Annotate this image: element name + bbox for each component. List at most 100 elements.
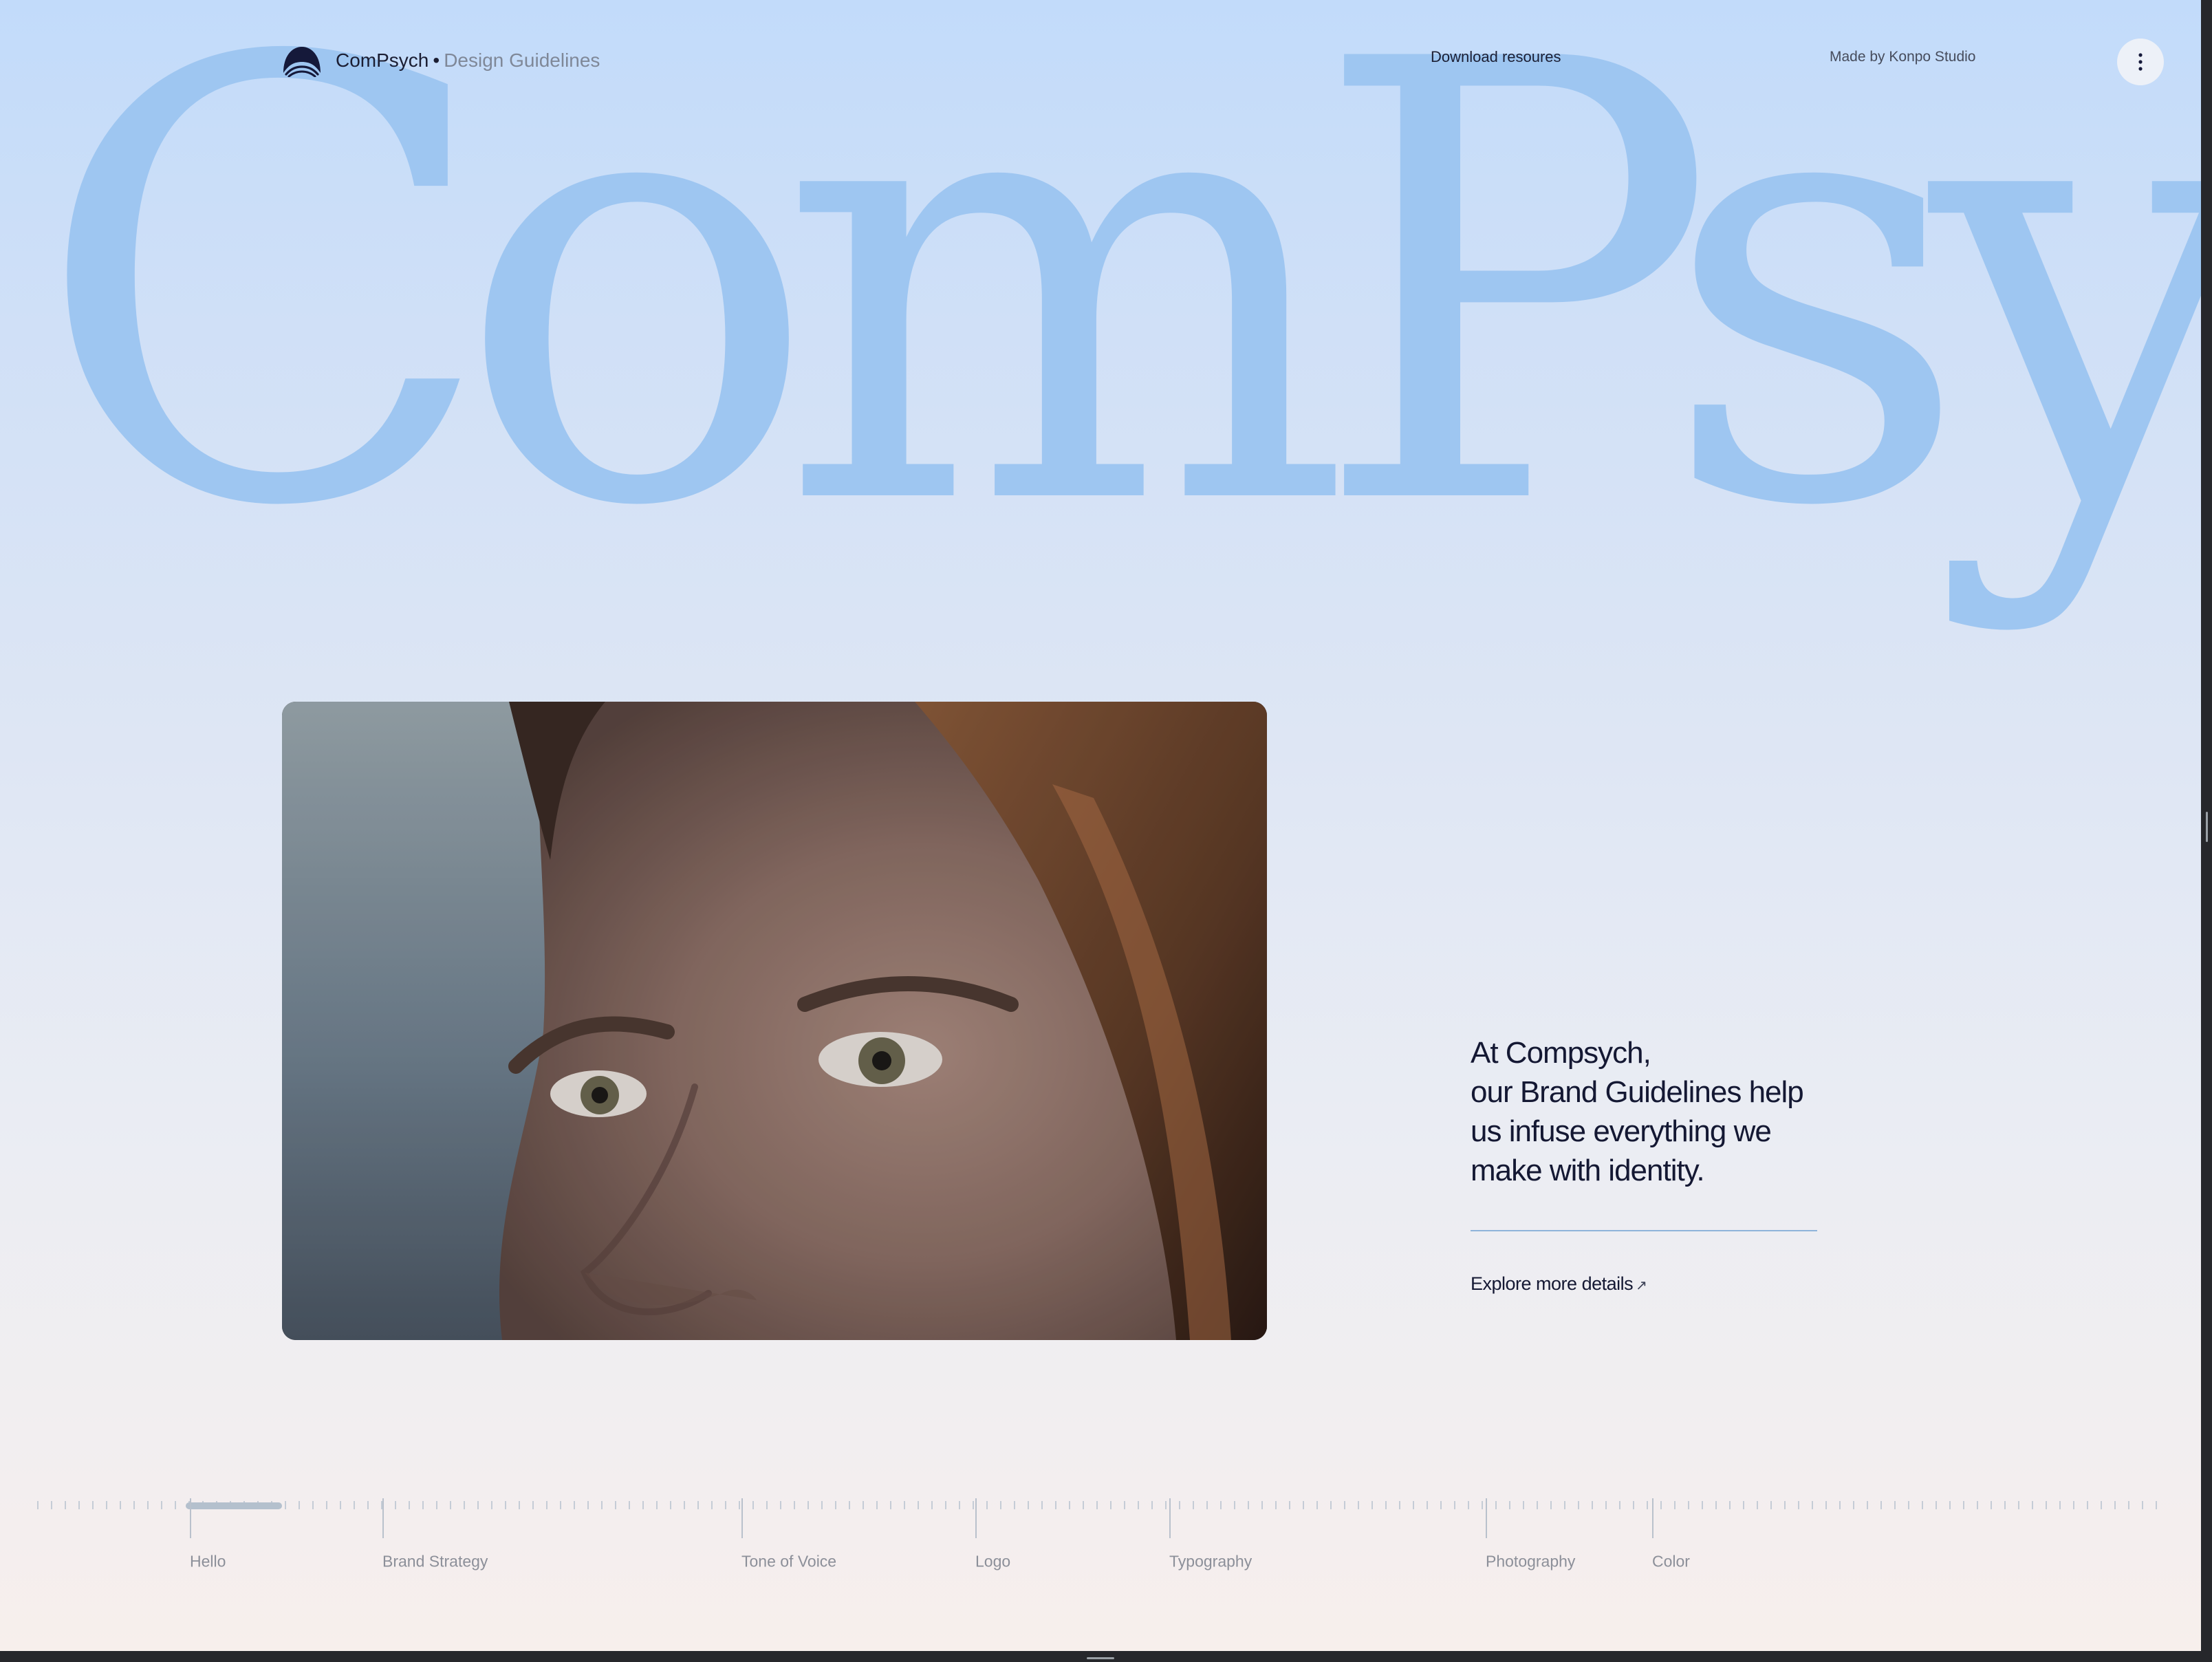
- timeline-tick: [2142, 1501, 2143, 1509]
- timeline-label: Color: [1652, 1552, 1690, 1571]
- timeline-tick: [890, 1501, 891, 1509]
- timeline-tick: [1537, 1501, 1538, 1509]
- timeline-tick: [395, 1501, 396, 1509]
- timeline-tick: [1014, 1501, 1015, 1509]
- timeline-tick: [2018, 1501, 2019, 1509]
- timeline-tick: [1922, 1501, 1923, 1509]
- timeline-tick: [1867, 1501, 1868, 1509]
- window-scrollbar[interactable]: [2201, 0, 2212, 1662]
- timeline-tick: [1743, 1501, 1744, 1509]
- timeline-tick: [684, 1501, 685, 1509]
- window-bottom-edge: [0, 1651, 2212, 1662]
- timeline-tick: [1977, 1501, 1978, 1509]
- timeline-tick: [1234, 1501, 1235, 1509]
- timeline-tick: [1138, 1501, 1139, 1509]
- timeline-tick: [133, 1501, 135, 1509]
- timeline-tick: [1784, 1501, 1786, 1509]
- timeline-tick: [326, 1501, 327, 1509]
- timeline-tick: [1936, 1501, 1937, 1509]
- timeline-marker: [190, 1498, 191, 1538]
- timeline-tick: [436, 1501, 437, 1509]
- timeline-tick: [1385, 1501, 1387, 1509]
- timeline-tick: [1715, 1501, 1717, 1509]
- timeline-marker: [1169, 1498, 1171, 1538]
- timeline-tick: [51, 1501, 52, 1509]
- timeline-tick: [1647, 1501, 1648, 1509]
- timeline-tick: [546, 1501, 547, 1509]
- timeline-tick: [2046, 1501, 2047, 1509]
- timeline-tick: [354, 1501, 355, 1509]
- timeline-label: Brand Strategy: [382, 1552, 488, 1571]
- timeline-tick: [2156, 1501, 2157, 1509]
- intro-line-1: At Compsych,: [1471, 1036, 1651, 1070]
- intro-line-2: our Brand Guidelines help: [1471, 1075, 1804, 1109]
- timeline-tick: [794, 1501, 795, 1509]
- timeline-tick: [1495, 1501, 1497, 1509]
- timeline-tick: [505, 1501, 506, 1509]
- timeline-tick: [1564, 1501, 1565, 1509]
- timeline-tick: [863, 1501, 864, 1509]
- timeline-tick: [1770, 1501, 1772, 1509]
- timeline-tick: [918, 1501, 919, 1509]
- timeline-tick: [1509, 1501, 1510, 1509]
- menu-button[interactable]: [2117, 39, 2164, 85]
- intro-divider: [1471, 1230, 1817, 1231]
- brand-title[interactable]: ComPsych • Design Guidelines: [336, 48, 600, 73]
- timeline-marker: [741, 1498, 743, 1538]
- timeline-tick: [367, 1501, 369, 1509]
- timeline-tick: [1371, 1501, 1373, 1509]
- timeline-tick: [1000, 1501, 1001, 1509]
- timeline-tick: [1330, 1501, 1332, 1509]
- timeline-tick: [37, 1501, 39, 1509]
- timeline-tick: [1757, 1501, 1758, 1509]
- timeline-tick: [1028, 1501, 1029, 1509]
- explore-details-link[interactable]: Explore more details ↗: [1471, 1271, 1647, 1298]
- timeline-tick: [959, 1501, 960, 1509]
- resize-handle[interactable]: [1087, 1657, 1114, 1659]
- timeline-tick: [2073, 1501, 2074, 1509]
- timeline-tick: [92, 1501, 94, 1509]
- scrollbar-handle[interactable]: [2206, 812, 2208, 842]
- timeline-tick: [752, 1501, 754, 1509]
- timeline-tick: [120, 1501, 121, 1509]
- timeline-tick: [629, 1501, 630, 1509]
- timeline-tick: [973, 1501, 974, 1509]
- timeline-tick: [1674, 1501, 1676, 1509]
- timeline-label: Tone of Voice: [741, 1552, 837, 1571]
- timeline-tick: [1949, 1501, 1951, 1509]
- timeline-tick: [1908, 1501, 1909, 1509]
- download-resources-link[interactable]: Download resoures: [1431, 47, 1561, 67]
- brand-subtitle: Design Guidelines: [444, 50, 600, 71]
- timeline-tick: [1303, 1501, 1304, 1509]
- timeline-progress-indicator[interactable]: [186, 1502, 282, 1509]
- timeline-tick: [1220, 1501, 1222, 1509]
- timeline-tick: [519, 1501, 520, 1509]
- timeline-tick: [1179, 1501, 1180, 1509]
- timeline-tick: [849, 1501, 850, 1509]
- hero-portrait-image: [282, 702, 1267, 1340]
- timeline-marker: [975, 1498, 977, 1538]
- timeline-tick: [1688, 1501, 1689, 1509]
- timeline-tick: [807, 1501, 809, 1509]
- timeline-tick: [464, 1501, 465, 1509]
- timeline-tick: [2128, 1501, 2129, 1509]
- timeline-tick: [587, 1501, 589, 1509]
- timeline-tick: [312, 1501, 314, 1509]
- brand-name: ComPsych: [336, 50, 429, 71]
- intro-line-4: make with identity.: [1471, 1154, 1705, 1187]
- compsych-logo-icon[interactable]: [282, 44, 322, 77]
- intro-statement: At Compsych, our Brand Guidelines help u…: [1471, 1033, 1856, 1190]
- timeline-tick: [409, 1501, 410, 1509]
- timeline-tick: [2087, 1501, 2088, 1509]
- timeline-tick: [2004, 1501, 2006, 1509]
- timeline-tick: [2059, 1501, 2061, 1509]
- timeline-tick: [450, 1501, 451, 1509]
- brand-guidelines-page: ComPsych ComPsych•Design Guidelines Down…: [0, 0, 2201, 1651]
- timeline-label: Hello: [190, 1552, 226, 1571]
- timeline-tick: [1069, 1501, 1070, 1509]
- timeline-tick: [766, 1501, 768, 1509]
- timeline-tick: [1839, 1501, 1841, 1509]
- timeline-tick: [1096, 1501, 1098, 1509]
- section-timeline: Hello Brand Strategy Tone of Voice Logo …: [0, 1493, 2201, 1575]
- timeline-tick: [1344, 1501, 1345, 1509]
